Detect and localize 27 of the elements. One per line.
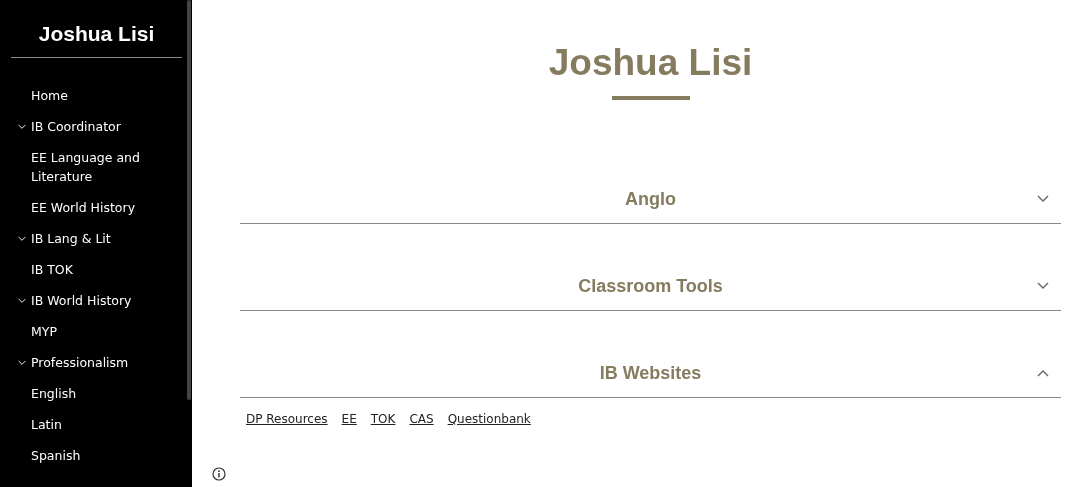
link[interactable]: EE [341, 412, 357, 426]
nav-link[interactable]: IB TOK [31, 260, 73, 279]
nav-link[interactable]: IB Coordinator [31, 117, 121, 136]
chevron-icon[interactable] [1037, 195, 1049, 203]
nav-link[interactable]: EE World History [31, 198, 136, 217]
page-title: Joshua Lisi [548, 42, 753, 84]
site-title: Joshua Lisi [11, 0, 182, 58]
nav-link[interactable]: IB World History [31, 291, 132, 310]
nav-link[interactable]: Latin [31, 415, 62, 434]
scrollbar[interactable] [187, 0, 191, 400]
chevron-icon[interactable] [1037, 369, 1049, 377]
info-icon[interactable] [212, 467, 226, 481]
nav-link[interactable]: Home [31, 86, 68, 105]
nav-link[interactable]: MYP [31, 322, 57, 341]
link[interactable]: DP Resources [246, 412, 328, 426]
nav-link[interactable]: English [31, 384, 77, 403]
link[interactable]: Questionbank [447, 412, 531, 426]
accordion-heading[interactable]: Classroom Tools [240, 275, 1061, 297]
nav-link[interactable]: IB Lang & Lit [31, 229, 111, 248]
nav-link[interactable]: EE Language and Literature [31, 148, 182, 186]
nav-link[interactable]: Professionalism [31, 353, 129, 372]
link[interactable]: TOK [370, 412, 396, 426]
chevron-icon[interactable] [1037, 282, 1049, 290]
nav-link[interactable]: Spanish [31, 446, 81, 465]
accordion-heading[interactable]: IB Websites [240, 362, 1061, 384]
link[interactable]: CAS [409, 412, 434, 426]
accordion-heading[interactable]: Anglo [240, 188, 1061, 210]
